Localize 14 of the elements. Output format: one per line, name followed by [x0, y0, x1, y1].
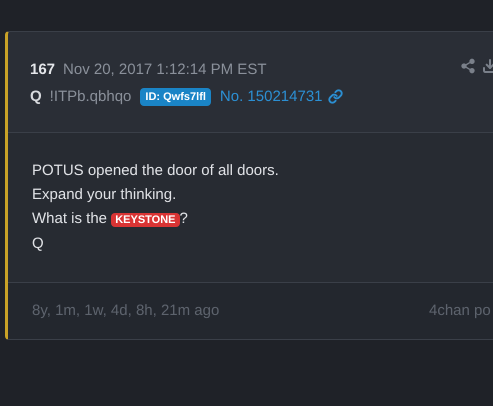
message-line: Expand your thinking.	[32, 185, 178, 205]
tripcode: !ITPb.qbhqo	[50, 86, 132, 106]
post-number: 167	[30, 60, 56, 80]
link-icon[interactable]	[328, 89, 343, 104]
post-date: Nov 20, 2017 1:12:14 PM EST	[63, 60, 266, 80]
share-icon[interactable]	[460, 58, 476, 74]
message-line: Q	[32, 234, 45, 254]
post-age: 8y, 1m, 1w, 4d, 8h, 21m ago	[32, 300, 220, 321]
message-line: POTUS opened the door of all doors.	[32, 161, 280, 181]
message-line: What is the KEYSTONE ?	[32, 209, 189, 229]
post-number-link[interactable]: No. 150214731	[220, 86, 323, 108]
author-name: Q	[30, 86, 42, 106]
id-badge: ID: Qwfs7lfl	[140, 88, 211, 106]
source-label: 4chan po	[429, 300, 491, 321]
